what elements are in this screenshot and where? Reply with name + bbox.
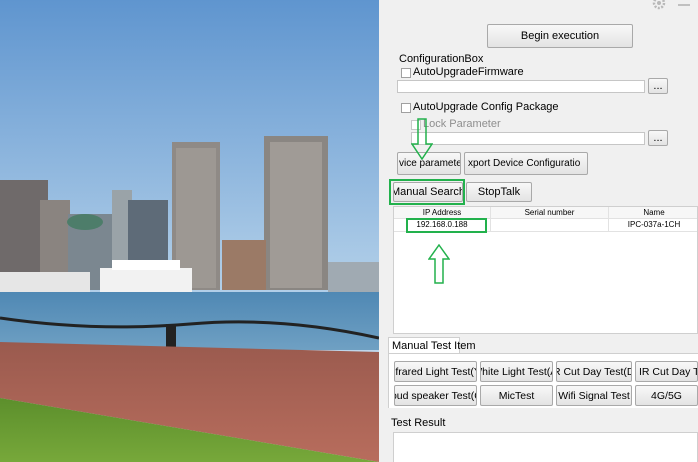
test-result-box[interactable] [393, 432, 698, 462]
firmware-path-input[interactable] [397, 80, 645, 93]
highlight-manual-search [389, 179, 465, 205]
camera-preview [0, 0, 379, 462]
auto-upgrade-config-checkbox[interactable] [401, 103, 411, 113]
configuration-box-title: ConfigurationBox [399, 53, 484, 65]
wifi-signal-test-button[interactable]: Wifi Signal Test [556, 385, 632, 406]
mic-test-button[interactable]: MicTest [480, 385, 553, 406]
arrow-down-icon [410, 118, 434, 161]
auto-upgrade-config-label: AutoUpgrade Config Package [413, 101, 559, 113]
auto-upgrade-firmware-checkbox[interactable] [401, 68, 411, 78]
ir-cut-day-test-button[interactable]: IR Cut Day Test(D) [556, 361, 632, 382]
lock-parameter-label: Lock Parameter [423, 118, 501, 130]
tab-label: Manual Test Item [392, 340, 476, 352]
white-light-test-button[interactable]: White Light Test(A) [480, 361, 553, 382]
preview-image [0, 0, 379, 462]
auto-upgrade-firmware-label: AutoUpgradeFirmware [413, 66, 524, 78]
column-header-serial[interactable]: Serial number [490, 207, 609, 219]
column-header-ip[interactable]: IP Address [394, 207, 491, 219]
highlight-ip-cell [406, 218, 487, 233]
firmware-browse-button[interactable]: ... [648, 78, 668, 94]
device-name-cell: IPC-037a-1CH [608, 218, 697, 232]
4g-5g-test-button[interactable]: 4G/5G [635, 385, 698, 406]
infrared-light-test-button[interactable]: Infrared Light Test(Y) [394, 361, 477, 382]
tab-manual-test-item[interactable]: Manual Test Item [388, 337, 476, 354]
config-package-path-input[interactable] [411, 132, 645, 145]
ir-cut-day-test-2-button[interactable]: IR Cut Day Test( [635, 361, 698, 382]
export-device-configuration-button[interactable]: xport Device Configuratio [464, 152, 588, 175]
gear-icon[interactable] [652, 0, 666, 10]
column-header-name[interactable]: Name [608, 207, 697, 219]
table-header: IP Address Serial number Name [394, 207, 697, 219]
loud-speaker-test-button[interactable]: Loud speaker Test(Q) [394, 385, 477, 406]
device-serial-cell [490, 218, 609, 232]
config-browse-button[interactable]: ... [648, 130, 668, 146]
test-result-title: Test Result [391, 417, 446, 429]
minimize-icon[interactable] [678, 4, 690, 6]
arrow-up-icon [427, 243, 451, 284]
begin-execution-button[interactable]: Begin execution [487, 24, 633, 48]
stop-talk-button[interactable]: StopTalk [466, 182, 532, 202]
